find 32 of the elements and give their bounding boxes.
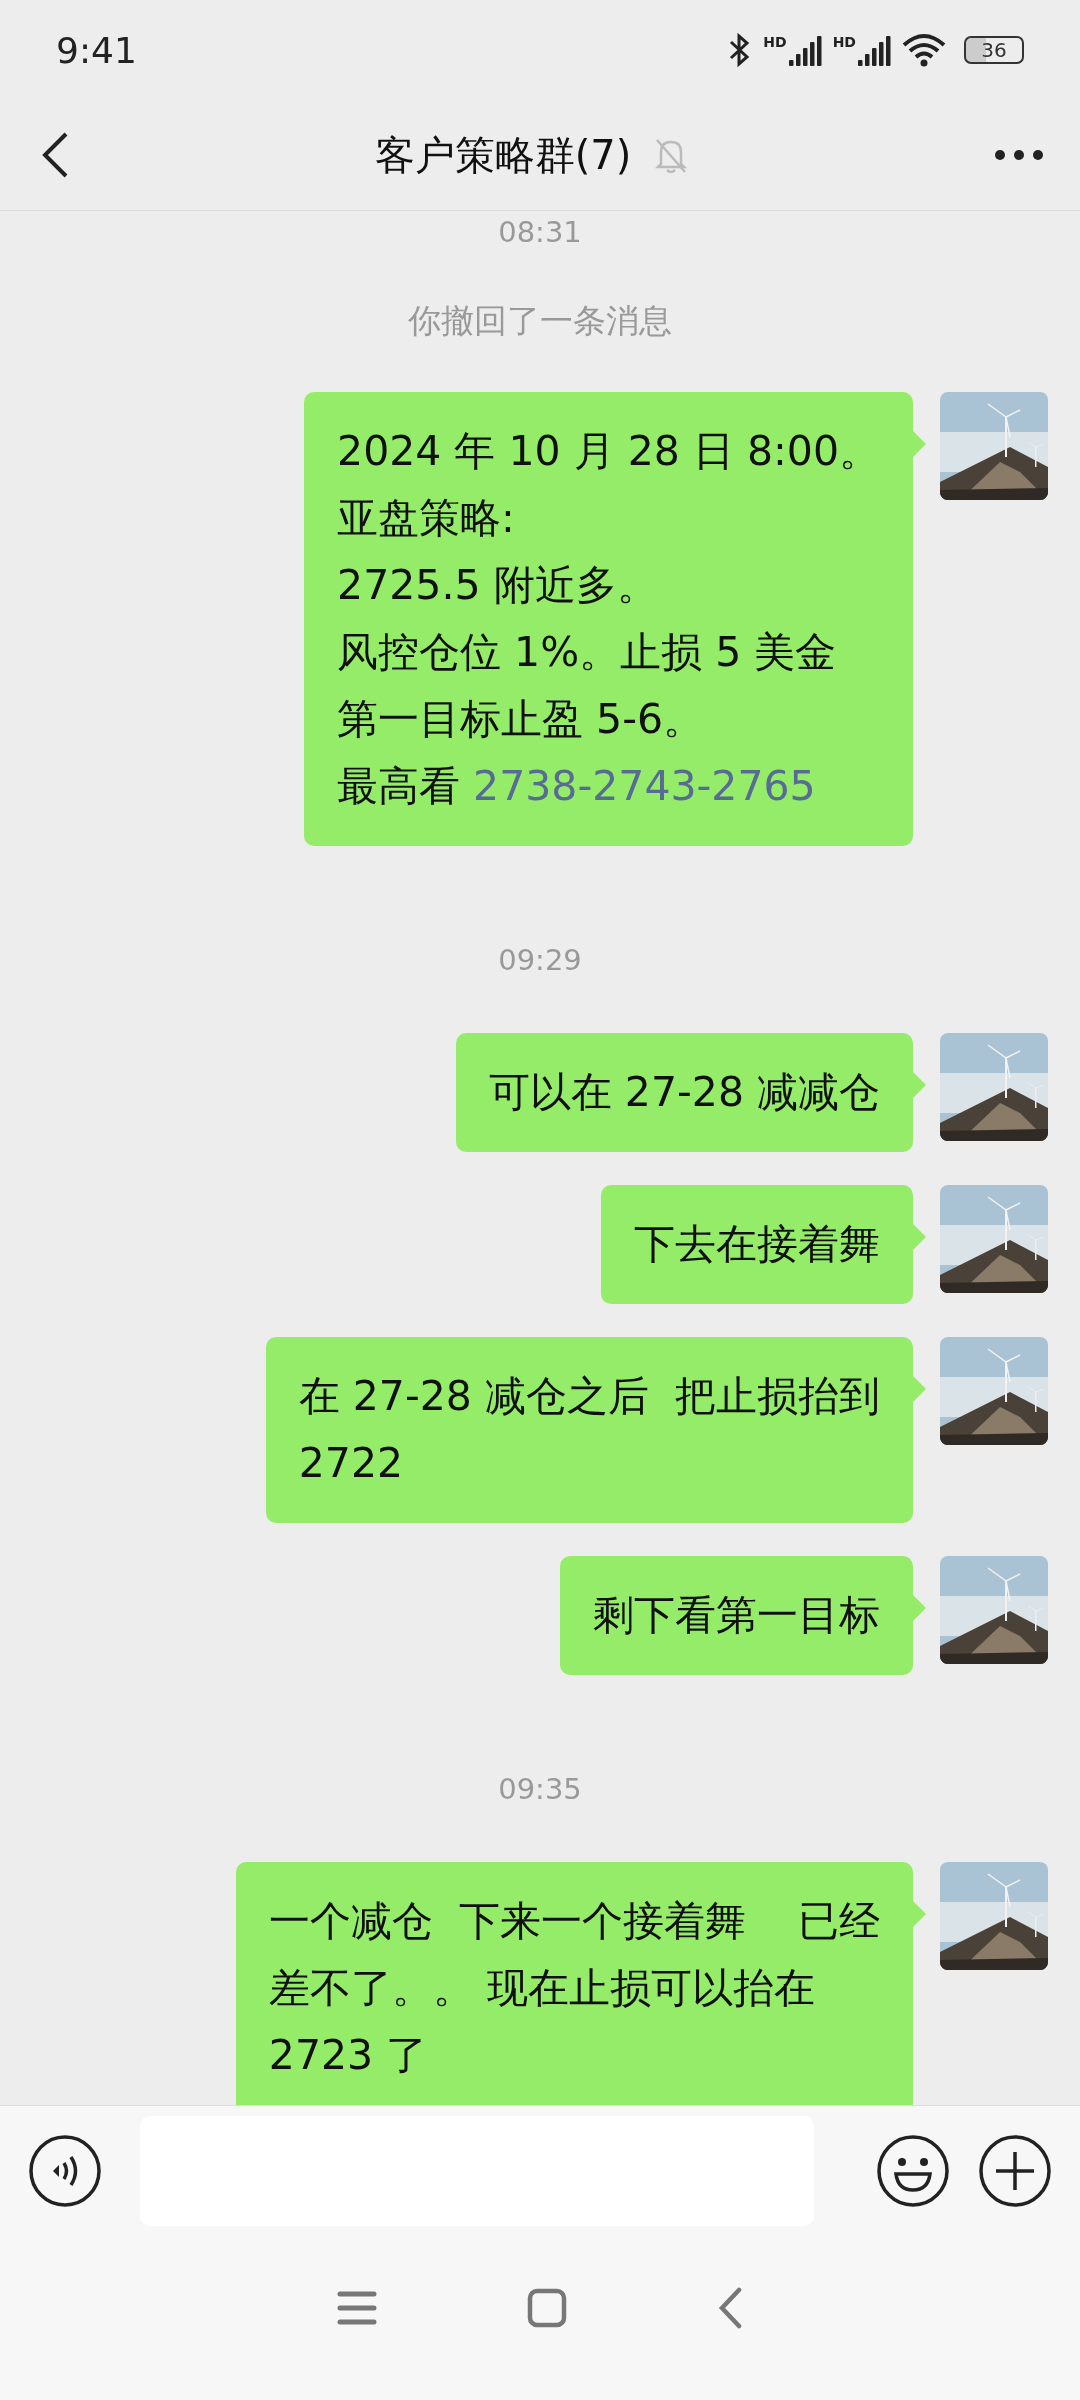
bubble-tail (912, 1071, 926, 1099)
message-bubble[interactable]: 在 27-28 减仓之后 把止损抬到 2722 (265, 1337, 913, 1523)
more-icon[interactable] (994, 149, 1044, 161)
bubble-tail (912, 430, 926, 458)
bubble-tail (912, 1223, 926, 1251)
bubble-tail (912, 1594, 926, 1622)
message-bubble[interactable]: 下去在接着舞 (601, 1185, 913, 1304)
message-bubble[interactable]: 可以在 27-28 减减仓 (455, 1033, 913, 1152)
voice-icon[interactable] (28, 2133, 102, 2208)
signal-icon (788, 34, 823, 66)
number-link[interactable]: 2738-2743-2765 (473, 762, 816, 810)
home-icon[interactable] (527, 2287, 567, 2328)
back-icon[interactable] (40, 131, 70, 179)
status-time: 9:41 (56, 29, 137, 71)
wifi-icon (902, 33, 946, 67)
timestamp: 09:35 (498, 1772, 582, 1806)
message-bubble[interactable]: 一个减仓 下来一个接着舞 已经 差不了。。 现在止损可以抬在 2723 了 (235, 1862, 913, 2105)
bubble-tail (912, 1375, 926, 1403)
message-bubble[interactable]: 剩下看第一目标 (560, 1556, 913, 1675)
menu-icon[interactable] (337, 2289, 377, 2326)
timestamp: 09:29 (498, 943, 582, 977)
message-bubble[interactable]: 2024 年 10 月 28 日 8:00。 亚盘策略: 2725.5 附近多。 风控仓位 1%。止损 5 美金 第一目标止盈 5-6。 最高看 2738-2743-2765 (304, 392, 913, 846)
signal-icon (858, 34, 892, 66)
chat-title: 客户策略群(7) (374, 130, 632, 180)
timestamp: 08:31 (498, 215, 582, 249)
plus-icon[interactable] (978, 2133, 1052, 2208)
battery-icon: 36 (964, 36, 1024, 64)
bubble-tail (912, 1900, 926, 1928)
network-label: HD (763, 34, 787, 50)
system-notice: 你撤回了一条消息 (408, 300, 672, 342)
network-label: HD (832, 34, 856, 50)
emoji-icon[interactable] (876, 2133, 950, 2208)
